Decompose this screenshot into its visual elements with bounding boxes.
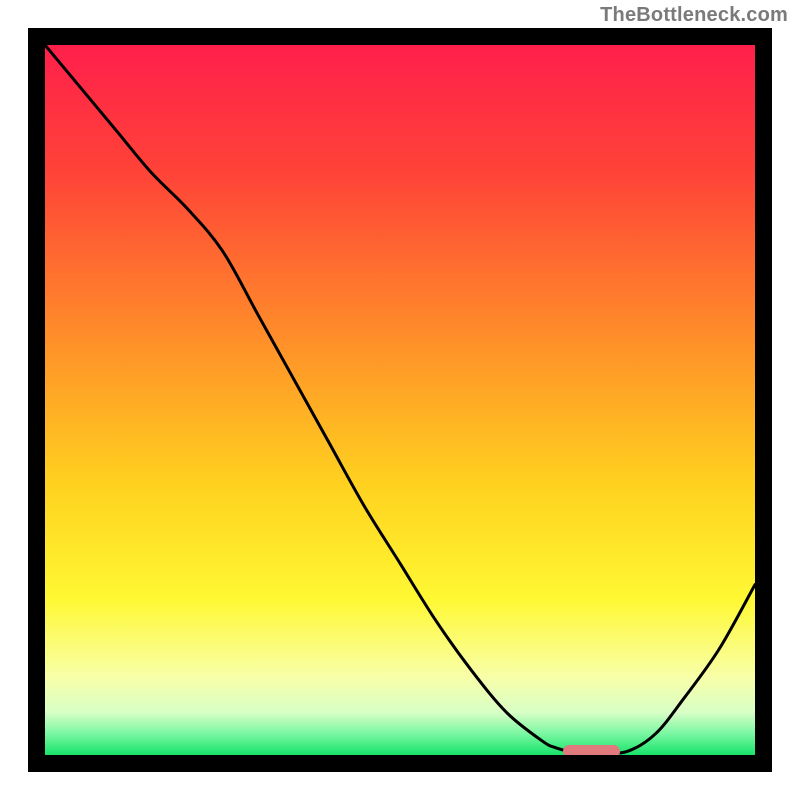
optimal-range-marker [563,745,620,755]
watermark-text: TheBottleneck.com [600,4,788,27]
curve-path [45,45,755,753]
bottleneck-curve [45,45,755,755]
plot-area [45,45,755,755]
plot-frame [28,28,772,772]
